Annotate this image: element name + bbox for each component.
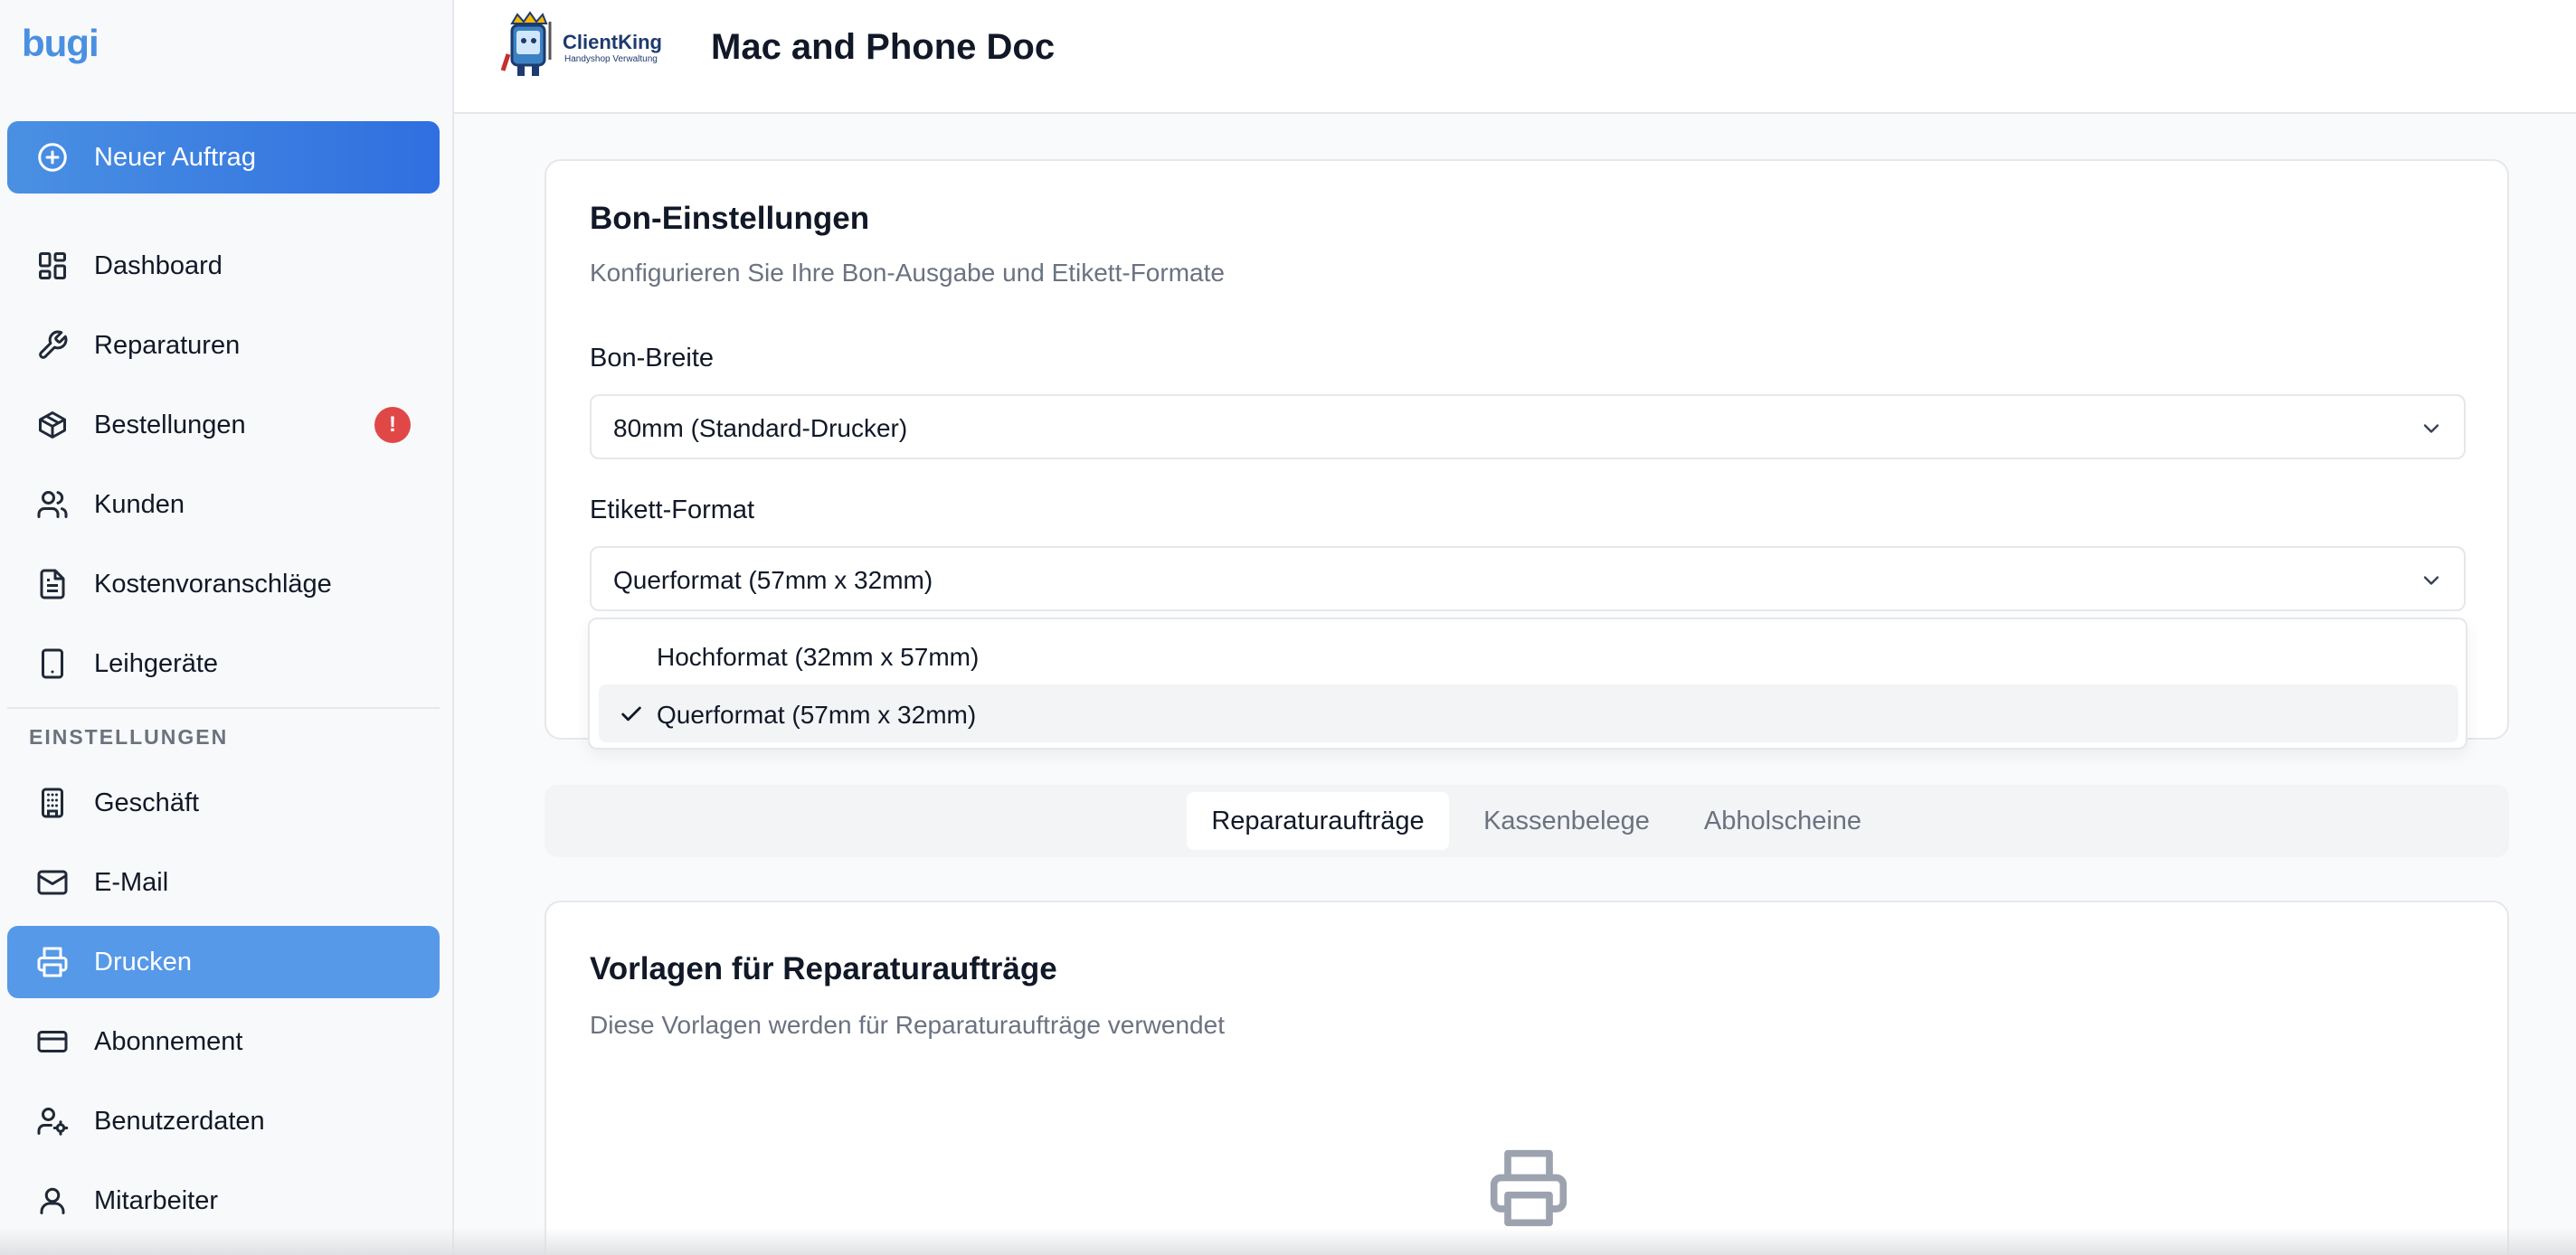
sidebar-item-label: Benutzerdaten [94,1107,265,1136]
sidebar-item-label: Reparaturen [94,331,241,360]
alert-badge: ! [374,407,411,443]
logo-mascot-icon [500,11,552,76]
new-order-label: Neuer Auftrag [94,143,256,172]
settings-section-title: EINSTELLUNGEN [29,725,229,749]
receipt-settings-title: Bon-Einstellungen [590,201,870,236]
sidebar-item-geschaeft[interactable]: Geschäft [7,767,440,839]
receipt-width-select[interactable]: 80mm (Standard-Drucker) [590,394,2466,459]
printer-icon [36,946,69,978]
sidebar-item-label: Drucken [94,948,192,977]
dashboard-icon [36,250,69,282]
sidebar-item-abonnement[interactable]: Abonnement [7,1005,440,1078]
sidebar-item-dashboard[interactable]: Dashboard [7,230,440,302]
chevron-down-icon [2419,568,2444,593]
label-format-option-selected[interactable]: Querformat (57mm x 32mm) [599,684,2458,742]
tab-kassenbelege[interactable]: Kassenbelege [1458,792,1675,850]
sidebar-item-label: Abonnement [94,1027,243,1056]
sidebar-item-label: Mitarbeiter [94,1186,218,1215]
tab-reparaturauftraege[interactable]: Reparaturaufträge [1187,792,1449,850]
receipt-width-label: Bon-Breite [590,344,715,373]
label-format-option[interactable]: Hochformat (32mm x 57mm) [599,627,2458,684]
sidebar-item-label: Leihgeräte [94,649,219,678]
shop-title: Mac and Phone Doc [711,27,1056,67]
receipt-width-value: 80mm (Standard-Drucker) [613,414,908,442]
label-format-select[interactable]: Querformat (57mm x 32mm) [590,546,2466,611]
sidebar-item-label: Bestellungen [94,410,246,439]
users-icon [36,488,69,521]
check-icon [619,702,644,727]
printer-icon [1487,1146,1570,1230]
sidebar: bugi Neuer Auftrag Dashboard Reparaturen… [0,0,454,1255]
tab-abholscheine[interactable]: Abholscheine [1679,792,1887,850]
label-format-label: Etikett-Format [590,495,755,524]
sidebar-item-leihgeraete[interactable]: Leihgeräte [7,628,440,700]
building-icon [36,787,69,819]
chevron-down-icon [2419,416,2444,441]
credit-card-icon [36,1025,69,1058]
logo-text: ClientKing [563,31,662,53]
sidebar-item-kunden[interactable]: Kunden [7,468,440,541]
sidebar-item-kostenvoranschlaege[interactable]: Kostenvoranschläge [7,548,440,620]
plus-circle-icon [36,141,69,174]
receipt-settings-description: Konfigurieren Sie Ihre Bon-Ausgabe und E… [590,259,1225,287]
sidebar-item-label: Kostenvoranschläge [94,570,332,599]
templates-title: Vorlagen für Reparaturaufträge [590,951,1057,986]
sidebar-item-label: Geschäft [94,788,200,817]
sidebar-item-benutzerdaten[interactable]: Benutzerdaten [7,1085,440,1157]
template-tabs: Reparaturaufträge Kassenbelege Abholsche… [545,785,2509,857]
sidebar-item-bestellungen[interactable]: Bestellungen ! [7,389,440,461]
sidebar-item-mitarbeiter[interactable]: Mitarbeiter [7,1165,440,1237]
bottom-scroll-shadow [0,1228,2576,1255]
sidebar-item-label: E-Mail [94,868,169,897]
label-format-value: Querformat (57mm x 32mm) [613,566,933,594]
wrench-icon [36,329,69,362]
clientking-logo[interactable]: ClientKing Handyshop Verwaltung [499,11,671,80]
user-icon [36,1184,69,1217]
sidebar-item-reparaturen[interactable]: Reparaturen [7,309,440,382]
tablet-icon [36,647,69,680]
templates-card: Vorlagen für Reparaturaufträge Diese Vor… [545,901,2509,1255]
sidebar-item-label: Dashboard [94,251,223,280]
user-cog-icon [36,1105,69,1137]
option-label: Hochformat (32mm x 57mm) [657,643,980,671]
sidebar-item-drucken[interactable]: Drucken [7,926,440,998]
label-format-dropdown: Hochformat (32mm x 57mm) Querformat (57m… [588,618,2467,750]
templates-description: Diese Vorlagen werden für Reparaturauftr… [590,1011,1225,1039]
top-header: ClientKing Handyshop Verwaltung Mac and … [454,0,2576,114]
sidebar-item-label: Kunden [94,490,185,519]
new-order-button[interactable]: Neuer Auftrag [7,121,440,193]
package-icon [36,409,69,441]
sidebar-item-email[interactable]: E-Mail [7,846,440,919]
logo-subtext: Handyshop Verwaltung [564,54,658,64]
document-icon [36,568,69,600]
sidebar-divider [7,707,440,709]
mail-icon [36,866,69,899]
brand-logo[interactable]: bugi [22,22,99,65]
option-label: Querformat (57mm x 32mm) [657,701,977,729]
